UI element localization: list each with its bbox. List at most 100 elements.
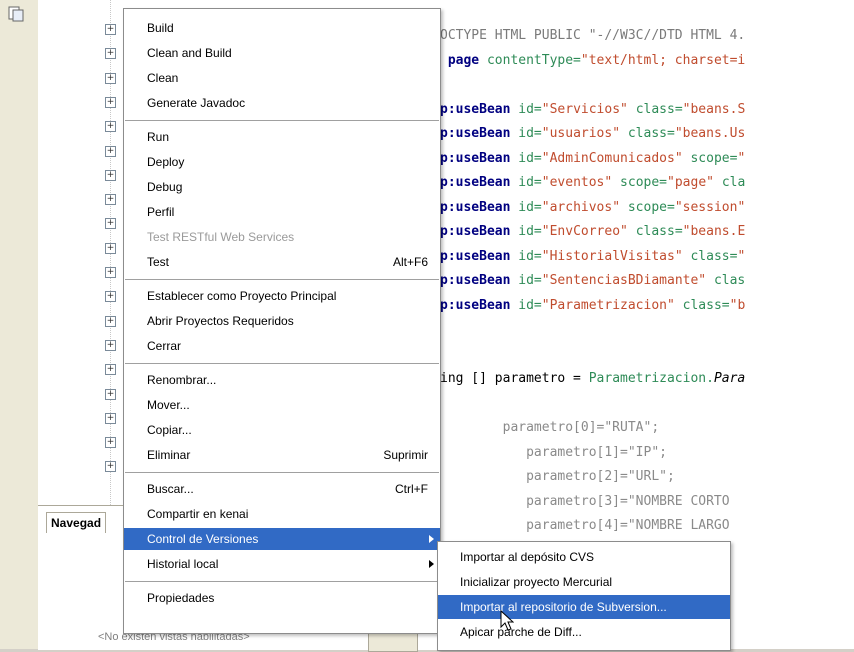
menu-item-deploy[interactable]: Deploy: [124, 151, 440, 173]
submenu-item-label: Inicializar proyecto Mercurial: [460, 575, 613, 589]
menu-item-buscar[interactable]: Buscar... Ctrl+F: [124, 478, 440, 500]
code-line: p:useBean id="usuarios" class="beans.Us: [440, 126, 745, 141]
code-token: OCTYPE HTML PUBLIC "-//W3C//DTD HTML 4.: [440, 28, 746, 43]
tree-expand-icon[interactable]: +: [105, 121, 116, 133]
menu-item-mover[interactable]: Mover...: [124, 394, 440, 416]
tree-expand-icon[interactable]: +: [105, 267, 116, 278]
menu-item-label: Compartir en kenai: [147, 507, 249, 521]
code-line: p:useBean id="EnvCorreo" class="beans.E: [440, 224, 745, 239]
tree-expand-icon[interactable]: +: [105, 291, 116, 303]
code-token: p:useBean: [440, 101, 519, 117]
menu-item-control-de-versiones[interactable]: Control de Versiones: [124, 528, 440, 550]
code-token: class=: [682, 297, 730, 313]
tree-expand-icon[interactable]: +: [105, 437, 116, 449]
code-token: "HistorialVisitas": [541, 248, 691, 264]
code-token: "session": [674, 199, 746, 215]
tree-expand-icon[interactable]: +: [105, 364, 116, 376]
code-line: p:useBean id="Parametrizacion" class="b: [440, 298, 745, 313]
menu-item-label: Run: [147, 130, 170, 144]
menu-item-compartir-en-kenai[interactable]: Compartir en kenai: [124, 503, 440, 525]
code-token: ": [737, 248, 746, 264]
code-token: "archivos": [541, 199, 628, 215]
submenu-item-importar-al-repositorio-de-subversion[interactable]: Importar al repositorio de Subversion...: [438, 595, 730, 619]
tree-expand-icon[interactable]: +: [105, 242, 116, 254]
tree-expand-icon[interactable]: +: [105, 388, 116, 400]
code-token: "beans.E: [682, 224, 746, 239]
menu-item-debug[interactable]: Debug: [124, 176, 440, 198]
menu-item-label: Clean and Build: [147, 46, 232, 60]
submenu-item-inicializar-proyecto-mercurial[interactable]: Inicializar proyecto Mercurial: [438, 570, 730, 594]
submenu-arrow-icon: [429, 560, 434, 568]
menu-item-test[interactable]: Test Alt+F6: [124, 251, 440, 273]
submenu-item-importar-al-dep-sito-cvs[interactable]: Importar al depósito CVS: [438, 545, 730, 569]
menu-item-historial-local[interactable]: Historial local: [124, 553, 440, 575]
menu-item-renombrar[interactable]: Renombrar...: [124, 369, 440, 391]
code-token: clas: [713, 273, 746, 288]
menu-item-clean-and-build[interactable]: Clean and Build: [124, 42, 440, 64]
version-control-submenu: Importar al depósito CVS Inicializar proy…: [437, 541, 731, 651]
code-token: ing [] parametro =: [440, 371, 589, 386]
code-line: parametro[2]="URL";: [440, 469, 675, 484]
code-token: parametro[1]="IP";: [440, 444, 667, 460]
tree-expand-icon[interactable]: +: [105, 339, 116, 351]
tree-expand-icon[interactable]: +: [105, 72, 116, 84]
code-line: p:useBean id="Servicios" class="beans.S: [440, 102, 745, 117]
code-token: "b: [729, 297, 746, 313]
mouse-cursor-icon: [500, 610, 514, 631]
tree-expand-icon[interactable]: +: [105, 412, 116, 424]
window-icon[interactable]: [8, 6, 24, 22]
menu-item-abrir-proyectos-requeridos[interactable]: Abrir Proyectos Requeridos: [124, 310, 440, 332]
code-token: class=: [635, 224, 683, 239]
code-token: class=: [635, 101, 683, 117]
code-token: "eventos": [541, 175, 621, 190]
menu-separator: [125, 279, 439, 280]
code-token: parametro[0]="RUTA";: [440, 420, 660, 435]
code-line: p:useBean id="archivos" scope="session": [440, 200, 745, 215]
code-line: p:useBean id="SentenciasBDiamante" clas: [440, 273, 745, 288]
code-token: class=: [690, 248, 738, 264]
tree-expand-icon[interactable]: +: [105, 145, 116, 157]
menu-separator: [125, 581, 439, 582]
menu-item-test-restful-web-services[interactable]: Test RESTful Web Services: [124, 226, 440, 248]
menu-item-propiedades[interactable]: Propiedades: [124, 587, 440, 609]
code-line: parametro[3]="NOMBRE CORTO: [440, 494, 730, 509]
code-token: Para: [713, 371, 746, 386]
navigator-tab[interactable]: Navegad: [46, 512, 107, 533]
menu-item-clean[interactable]: Clean: [124, 67, 440, 89]
menu-item-label: Eliminar: [147, 448, 191, 462]
submenu-arrow-icon: [429, 535, 434, 543]
tree-expand-icon[interactable]: +: [105, 218, 116, 230]
code-line: page contentType="text/html; charset=i: [440, 53, 745, 68]
menu-separator: [125, 120, 439, 121]
tree-expand-icon[interactable]: +: [105, 169, 116, 181]
tree-expand-icon[interactable]: +: [105, 48, 116, 60]
code-line: parametro[4]="NOMBRE LARGO: [440, 518, 730, 533]
menu-item-perfil[interactable]: Perfil: [124, 201, 440, 223]
menu-item-run[interactable]: Run: [124, 126, 440, 148]
tree-expand-icon[interactable]: +: [105, 24, 116, 35]
code-line: OCTYPE HTML PUBLIC "-//W3C//DTD HTML 4.: [440, 28, 745, 43]
menu-item-label: Test: [147, 255, 170, 269]
submenu-item-apicar-parche-de-diff[interactable]: Apicar parche de Diff...: [438, 620, 730, 644]
menu-item-establecer-como-proyecto-principal[interactable]: Establecer como Proyecto Principal: [124, 285, 440, 307]
tree-expand-icon[interactable]: +: [105, 461, 116, 473]
tree-expand-icon[interactable]: +: [105, 96, 116, 108]
submenu-item-label: Apicar parche de Diff...: [460, 625, 582, 639]
menu-item-copiar[interactable]: Copiar...: [124, 419, 440, 441]
code-token: id=: [518, 273, 542, 288]
menu-item-label: Perfil: [147, 205, 175, 219]
menu-item-shortcut: Alt+F6: [392, 255, 428, 269]
code-token: id=: [518, 101, 542, 117]
tree-expand-icon[interactable]: +: [105, 194, 116, 206]
menu-item-cerrar[interactable]: Cerrar: [124, 335, 440, 357]
code-token: scope=: [620, 175, 668, 190]
menu-item-label: Debug: [147, 180, 183, 194]
code-line: p:useBean id="eventos" scope="page" cla: [440, 175, 745, 190]
menu-item-eliminar[interactable]: Eliminar Suprimir: [124, 444, 440, 466]
code-token: id=: [518, 175, 542, 190]
menu-item-generate-javadoc[interactable]: Generate Javadoc: [124, 92, 440, 114]
menu-item-build[interactable]: Build: [124, 17, 440, 39]
menu-item-label: Control de Versiones: [147, 532, 259, 546]
tree-expand-icon[interactable]: +: [105, 315, 116, 327]
left-toolbar: [0, 0, 39, 649]
